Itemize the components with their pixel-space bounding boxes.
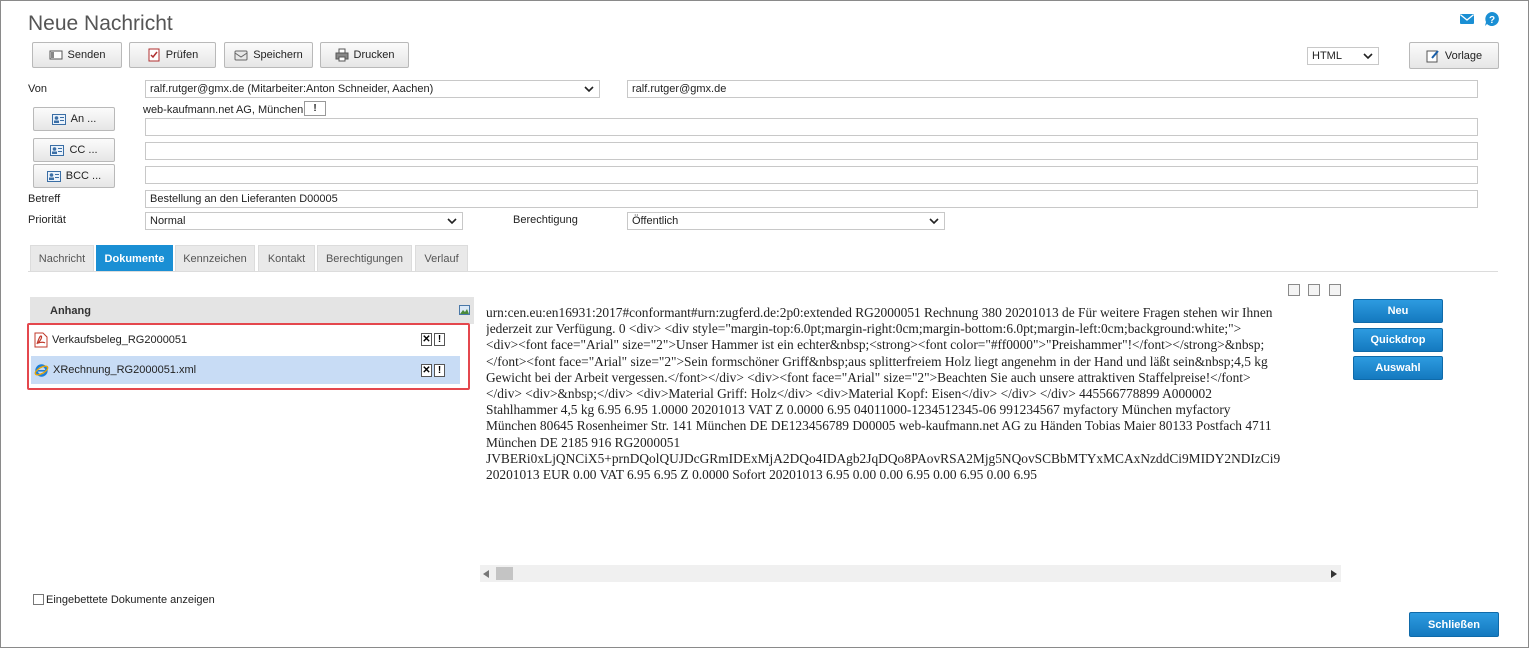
company-info-button[interactable]: ! bbox=[304, 101, 326, 116]
address-book-icon bbox=[46, 170, 61, 182]
check-button[interactable]: Prüfen bbox=[129, 42, 216, 68]
cc-button-label: CC ... bbox=[69, 144, 98, 156]
preview-line: JVBERi0xLjQNCiX5+prnDQolQUJDcGRmIDExMjA2… bbox=[486, 450, 1281, 466]
from-label: Von bbox=[28, 83, 47, 95]
embedded-documents-label: Eingebettete Dokumente anzeigen bbox=[46, 594, 215, 606]
save-button[interactable]: Speichern bbox=[224, 42, 313, 68]
from-select[interactable]: ralf.rutger@gmx.de (Mitarbeiter:Anton Sc… bbox=[145, 80, 600, 98]
tab-kontakt[interactable]: Kontakt bbox=[258, 245, 315, 272]
print-button-label: Drucken bbox=[353, 49, 395, 61]
chevron-down-icon bbox=[1363, 53, 1373, 60]
tab-kennzeichen[interactable]: Kennzeichen bbox=[175, 245, 255, 272]
attachment-list-header: Anhang bbox=[30, 297, 474, 324]
page-title: Neue Nachricht bbox=[28, 12, 173, 35]
mail-icon[interactable] bbox=[1459, 11, 1475, 27]
preview-line: </font><font face="Arial" size="2">Sein … bbox=[486, 353, 1268, 369]
save-icon bbox=[234, 50, 248, 61]
send-button[interactable]: Senden bbox=[32, 42, 122, 68]
preview-line: 20201013 EUR 0.00 VAT 6.95 6.95 Z 0.0000… bbox=[486, 467, 1037, 483]
tab-divider bbox=[28, 271, 1498, 272]
preview-line: Stahlhammer 4,5 kg 6.95 6.95 1.0000 2020… bbox=[486, 402, 1231, 418]
priority-select-value: Normal bbox=[150, 215, 186, 227]
scroll-right-icon[interactable] bbox=[1331, 570, 1338, 578]
subject-input[interactable]: Bestellung an den Lieferanten D00005 bbox=[145, 190, 1478, 208]
preview-line: <div><font face="Arial" size="2">Unser H… bbox=[486, 337, 1265, 353]
bcc-input[interactable] bbox=[145, 166, 1478, 184]
from-address-value: ralf.rutger@gmx.de bbox=[632, 83, 727, 95]
tab-dokumente[interactable]: Dokumente bbox=[96, 245, 173, 272]
from-address-field[interactable]: ralf.rutger@gmx.de bbox=[627, 80, 1478, 98]
address-book-icon bbox=[50, 144, 65, 156]
print-button[interactable]: Drucken bbox=[320, 42, 409, 68]
preview-line: Gewicht bei der Arbeit vergessen.</font>… bbox=[486, 369, 1251, 385]
chevron-down-icon bbox=[447, 218, 457, 225]
image-icon[interactable] bbox=[459, 305, 470, 315]
address-book-icon bbox=[51, 113, 66, 125]
help-icon[interactable]: ? bbox=[1484, 11, 1500, 27]
chevron-down-icon bbox=[929, 218, 939, 225]
from-select-value: ralf.rutger@gmx.de (Mitarbeiter:Anton Sc… bbox=[150, 83, 434, 95]
bcc-button[interactable]: BCC ... bbox=[33, 164, 115, 188]
format-select-value: HTML bbox=[1312, 50, 1342, 62]
document-preview: urn:cen.eu:en16931:2017#conformant#urn:z… bbox=[486, 305, 1340, 493]
bcc-button-label: BCC ... bbox=[65, 170, 102, 182]
permission-label: Berechtigung bbox=[513, 214, 578, 226]
embedded-documents-checkbox[interactable] bbox=[33, 594, 44, 605]
select-button[interactable]: Auswahl bbox=[1353, 356, 1443, 380]
new-button[interactable]: Neu bbox=[1353, 299, 1443, 323]
save-view-icon[interactable] bbox=[1308, 284, 1320, 296]
selection-highlight-frame bbox=[27, 323, 470, 390]
preview-line: urn:cen.eu:en16931:2017#conformant#urn:z… bbox=[486, 305, 1273, 320]
svg-text:?: ? bbox=[1489, 15, 1495, 26]
template-button-label: Vorlage bbox=[1444, 49, 1483, 62]
horizontal-scrollbar[interactable] bbox=[480, 565, 1341, 582]
check-button-label: Prüfen bbox=[165, 49, 199, 61]
preview-line: München DE 2185 916 RG2000051 bbox=[486, 434, 681, 450]
priority-select[interactable]: Normal bbox=[145, 212, 463, 230]
printer-icon bbox=[335, 48, 349, 62]
send-icon bbox=[49, 50, 63, 60]
company-label: web-kaufmann.net AG, München bbox=[143, 104, 304, 116]
to-button[interactable]: An ... bbox=[33, 107, 115, 131]
quickdrop-button[interactable]: Quickdrop bbox=[1353, 328, 1443, 352]
scroll-left-icon[interactable] bbox=[483, 570, 490, 578]
tab-berechtigungen[interactable]: Berechtigungen bbox=[317, 245, 412, 272]
send-button-label: Senden bbox=[67, 49, 106, 61]
save-button-label: Speichern bbox=[253, 49, 303, 61]
check-document-icon bbox=[148, 48, 160, 62]
to-button-label: An ... bbox=[70, 113, 97, 125]
tab-verlauf[interactable]: Verlauf bbox=[415, 245, 468, 272]
chevron-down-icon bbox=[584, 86, 594, 93]
close-button[interactable]: Schließen bbox=[1409, 612, 1499, 637]
template-icon bbox=[1426, 49, 1439, 62]
format-select[interactable]: HTML bbox=[1307, 47, 1379, 65]
preview-line: </div> <div>&nbsp;</div> <div>Material G… bbox=[486, 386, 1212, 402]
permission-select[interactable]: Öffentlich bbox=[627, 212, 945, 230]
view-mode-icon[interactable] bbox=[1288, 284, 1300, 296]
subject-input-value: Bestellung an den Lieferanten D00005 bbox=[150, 193, 338, 205]
subject-label: Betreff bbox=[28, 193, 61, 205]
expand-view-icon[interactable] bbox=[1329, 284, 1341, 296]
tab-nachricht[interactable]: Nachricht bbox=[30, 245, 94, 272]
template-button[interactable]: Vorlage bbox=[1409, 42, 1499, 69]
cc-button[interactable]: CC ... bbox=[33, 138, 115, 162]
priority-label: Priorität bbox=[28, 214, 66, 226]
preview-line: jederzeit zur Verfügung. 0 <div> <div st… bbox=[486, 321, 1242, 337]
permission-select-value: Öffentlich bbox=[632, 215, 679, 227]
preview-line: München 80645 Rosenheimer Str. 141 Münch… bbox=[486, 418, 1272, 434]
to-input[interactable] bbox=[145, 118, 1478, 136]
scrollbar-thumb[interactable] bbox=[496, 567, 513, 580]
cc-input[interactable] bbox=[145, 142, 1478, 160]
